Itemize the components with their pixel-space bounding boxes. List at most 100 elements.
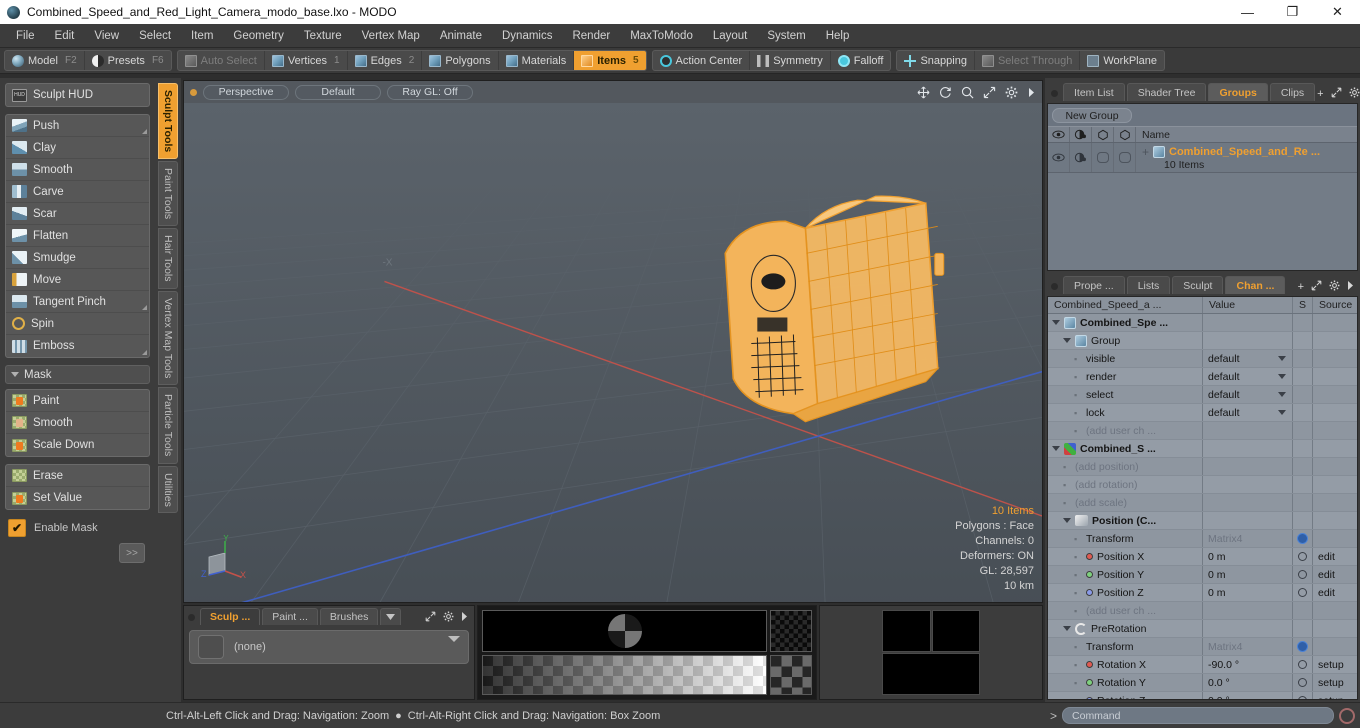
menu-item-view[interactable]: View xyxy=(84,24,129,48)
menu-item-edit[interactable]: Edit xyxy=(45,24,85,48)
maximize-button[interactable]: ❐ xyxy=(1270,0,1315,24)
gear-icon[interactable] xyxy=(1349,87,1360,101)
chevron-down-icon[interactable] xyxy=(448,636,460,642)
panel-menu-dot-icon[interactable] xyxy=(1051,283,1058,290)
channel-value-cell[interactable] xyxy=(1203,314,1293,331)
axis-gizmo[interactable]: Y X Z xyxy=(199,535,251,587)
mode-item-falloff[interactable]: Falloff xyxy=(831,51,891,70)
channel-row[interactable]: ▪ (add scale) xyxy=(1048,494,1357,512)
channel-value-cell[interactable] xyxy=(1203,602,1293,619)
channel-row[interactable]: Group xyxy=(1048,332,1357,350)
sculpt-tool-flatten[interactable]: Flatten xyxy=(6,225,149,247)
mask-section-header[interactable]: Mask xyxy=(5,365,150,384)
channel-state-cell[interactable] xyxy=(1293,674,1313,691)
item-icon[interactable] xyxy=(1114,127,1136,142)
channels-panel[interactable]: Combined_Speed_a ... Value S Source Comb… xyxy=(1047,296,1358,700)
keyframe-icon[interactable] xyxy=(1298,696,1307,699)
vertical-tab-utilities[interactable]: Utilities xyxy=(158,465,178,514)
menu-item-file[interactable]: File xyxy=(6,24,45,48)
mode-item-edges[interactable]: Edges 2 xyxy=(348,51,423,70)
channel-value-cell[interactable]: Matrix4 xyxy=(1203,530,1293,547)
chevron-right-icon[interactable] xyxy=(1347,281,1354,293)
channel-state-cell[interactable] xyxy=(1293,692,1313,699)
menu-item-vertex-map[interactable]: Vertex Map xyxy=(352,24,430,48)
channel-value-cell[interactable] xyxy=(1203,512,1293,529)
channel-row[interactable]: PreRotation xyxy=(1048,620,1357,638)
vertical-tab-vertex-map-tools[interactable]: Vertex Map Tools xyxy=(158,290,178,386)
channel-value-cell[interactable]: -90.0 ° xyxy=(1203,656,1293,673)
tab-lists[interactable]: Lists xyxy=(1126,276,1171,294)
channel-row[interactable]: ▪ (add position) xyxy=(1048,458,1357,476)
channel-state-cell[interactable] xyxy=(1293,332,1313,349)
menu-item-layout[interactable]: Layout xyxy=(703,24,758,48)
row-eye-icon[interactable] xyxy=(1048,143,1070,172)
menu-item-maxtomodo[interactable]: MaxToModo xyxy=(620,24,703,48)
vertical-tab-particle-tools[interactable]: Particle Tools xyxy=(158,387,178,464)
mask-tool-paint[interactable]: Paint xyxy=(6,390,149,412)
menu-item-item[interactable]: Item xyxy=(181,24,223,48)
col-header-name[interactable]: Combined_Speed_a ... xyxy=(1048,297,1203,313)
channel-row[interactable]: ▪ visible default xyxy=(1048,350,1357,368)
channel-row[interactable]: Combined_Spe ... xyxy=(1048,314,1357,332)
channel-state-cell[interactable] xyxy=(1293,656,1313,673)
menu-item-help[interactable]: Help xyxy=(816,24,860,48)
preset-selector[interactable]: (none) xyxy=(189,630,469,664)
menu-item-dynamics[interactable]: Dynamics xyxy=(492,24,562,48)
channel-row[interactable]: ▪ Position Y 0 m edit xyxy=(1048,566,1357,584)
channel-state-cell[interactable] xyxy=(1293,494,1313,511)
channel-value-cell[interactable]: default xyxy=(1203,350,1293,367)
channel-state-cell[interactable] xyxy=(1293,458,1313,475)
enable-mask-row[interactable]: ✔ Enable Mask xyxy=(5,517,150,539)
vertical-tab-paint-tools[interactable]: Paint Tools xyxy=(158,161,178,227)
tab-shader-tree[interactable]: Shader Tree xyxy=(1126,83,1207,101)
chevron-down-icon[interactable] xyxy=(1052,446,1060,451)
mode-item-vertices[interactable]: Vertices 1 xyxy=(265,51,348,70)
channel-value-cell[interactable]: 0 m xyxy=(1203,566,1293,583)
channel-value-cell[interactable]: default xyxy=(1203,404,1293,421)
keyframe-icon[interactable] xyxy=(1298,570,1307,579)
mode-item-model[interactable]: Model F2 xyxy=(5,51,85,70)
chevron-down-icon[interactable] xyxy=(1278,374,1286,379)
sculpt-tool-push[interactable]: Push xyxy=(6,115,149,137)
tool-options-corner-icon[interactable] xyxy=(142,129,147,134)
tab-properties[interactable]: Prope ... xyxy=(1063,276,1125,294)
gear-icon[interactable] xyxy=(443,611,454,625)
sculpt-tool-move[interactable]: Move xyxy=(6,269,149,291)
menu-item-select[interactable]: Select xyxy=(129,24,181,48)
thumbnail-cell[interactable] xyxy=(931,610,980,652)
sculpt-tool-emboss[interactable]: Emboss xyxy=(6,335,149,357)
expand-icon[interactable]: + xyxy=(1142,145,1149,159)
channel-value-cell[interactable]: default xyxy=(1203,368,1293,385)
mask-tool-erase[interactable]: Erase xyxy=(6,465,149,487)
fit-icon[interactable] xyxy=(1311,280,1322,294)
close-button[interactable]: ✕ xyxy=(1315,0,1360,24)
thumbnail-cell[interactable] xyxy=(882,610,931,652)
brush-color-swatch[interactable] xyxy=(770,655,812,695)
sculpt-tool-clay[interactable]: Clay xyxy=(6,137,149,159)
mode-item-items[interactable]: Items 5 xyxy=(574,51,646,70)
sculpt-tool-smooth[interactable]: Smooth xyxy=(6,159,149,181)
menu-item-render[interactable]: Render xyxy=(562,24,620,48)
channel-state-cell[interactable] xyxy=(1293,314,1313,331)
channel-row[interactable]: ▪ select default xyxy=(1048,386,1357,404)
channel-state-cell[interactable] xyxy=(1293,620,1313,637)
channel-row[interactable]: ▪ lock default xyxy=(1048,404,1357,422)
minimize-button[interactable]: — xyxy=(1225,0,1270,24)
chevron-down-icon[interactable] xyxy=(1063,338,1071,343)
chevron-down-icon[interactable] xyxy=(1278,410,1286,415)
channel-value-cell[interactable]: 0.0 ° xyxy=(1203,674,1293,691)
viewport-scene[interactable]: -X 10 Items Polygons: Face Channels: 0 … xyxy=(184,103,1042,602)
viewport-pill-raygl[interactable]: Ray GL: Off xyxy=(387,84,473,100)
tab-groups[interactable]: Groups xyxy=(1208,83,1268,101)
channel-state-cell[interactable] xyxy=(1293,368,1313,385)
rotate-icon[interactable] xyxy=(939,86,952,99)
move-icon[interactable] xyxy=(917,86,930,99)
channel-state-cell[interactable] xyxy=(1293,512,1313,529)
sculpt-tool-scar[interactable]: Scar xyxy=(6,203,149,225)
chevron-right-icon[interactable] xyxy=(1027,87,1036,98)
channel-state-cell[interactable] xyxy=(1293,638,1313,655)
mode-item-polygons[interactable]: Polygons xyxy=(422,51,499,70)
add-tab-button[interactable]: + xyxy=(1298,281,1304,293)
panel-menu-dot-icon[interactable] xyxy=(188,614,195,621)
channel-state-cell[interactable] xyxy=(1293,548,1313,565)
